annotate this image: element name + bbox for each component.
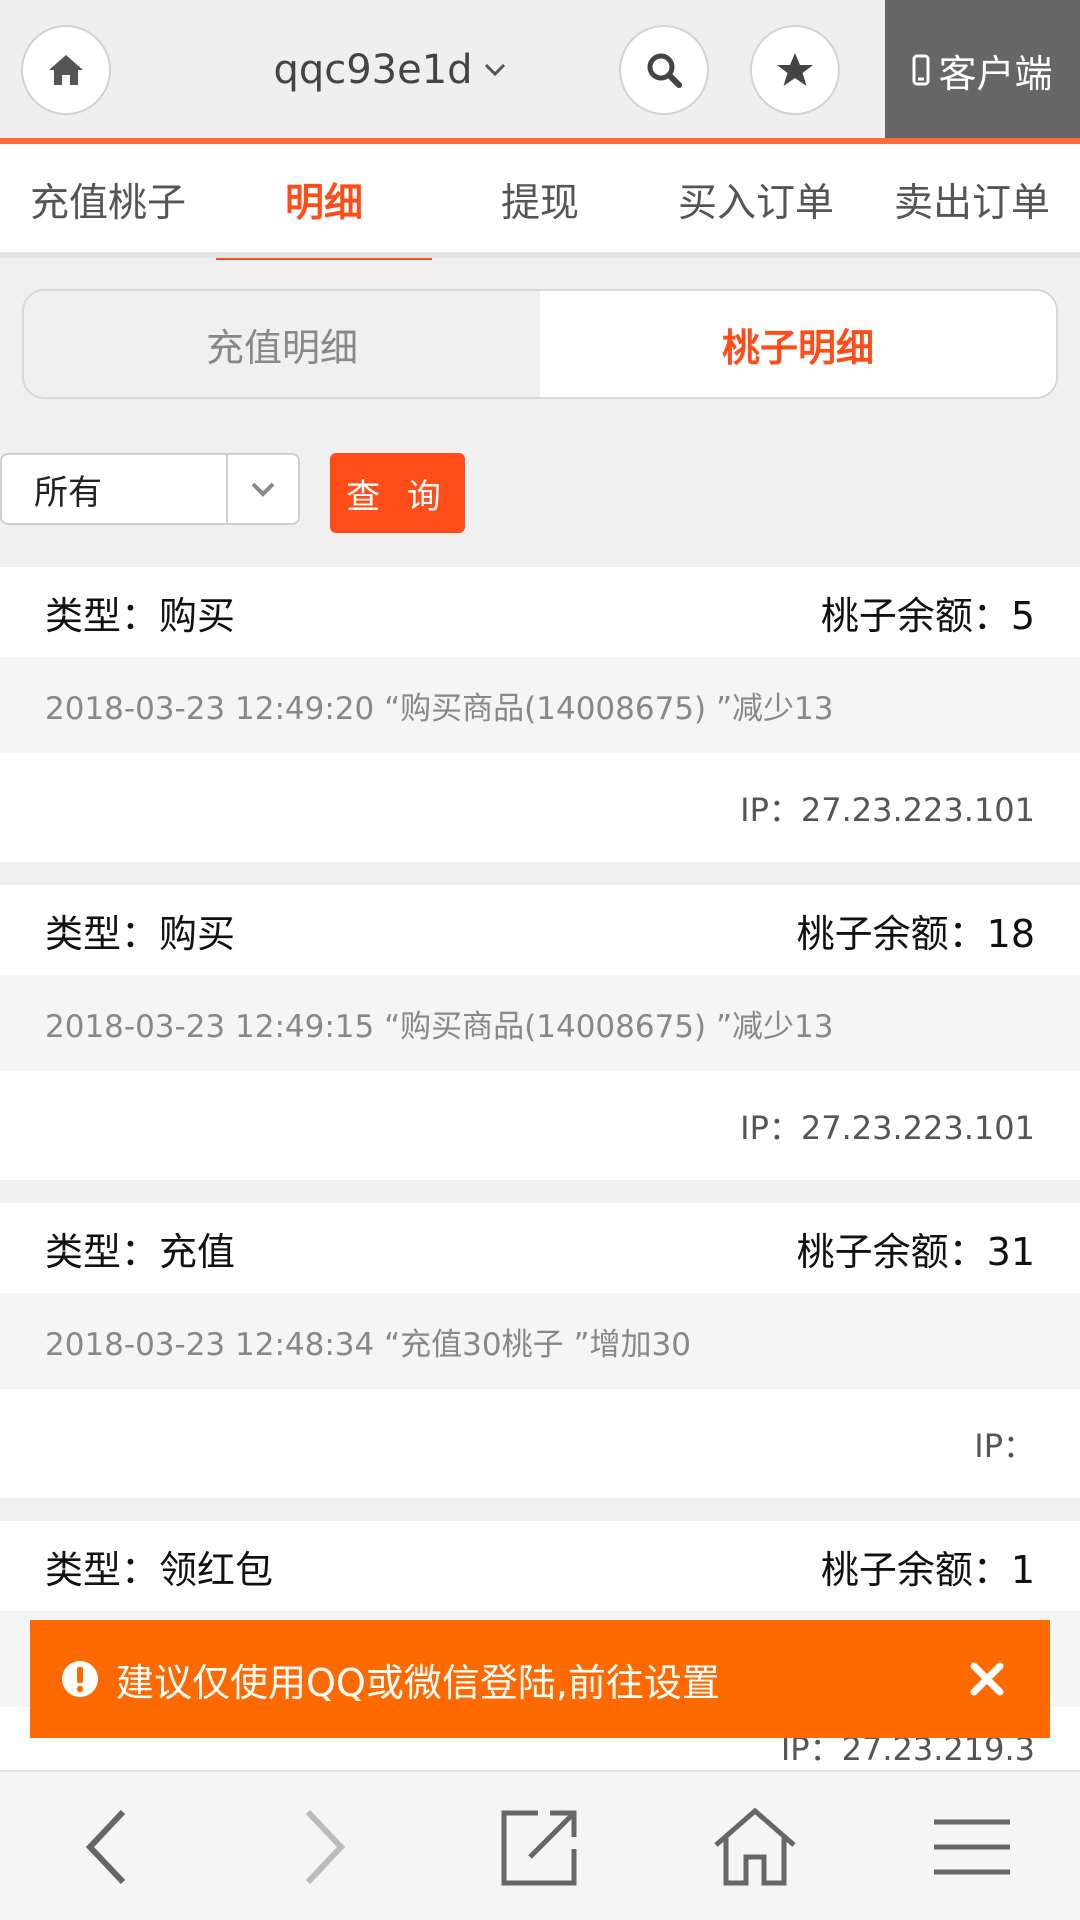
record-ip: IP：27.23.223.101 bbox=[740, 790, 1035, 829]
record-balance: 桃子余额：31 bbox=[796, 1229, 1035, 1274]
tab-withdraw[interactable]: 提现 bbox=[432, 144, 648, 256]
forward-button[interactable] bbox=[273, 1797, 373, 1897]
menu-button[interactable] bbox=[922, 1797, 1022, 1897]
chevron-down-icon bbox=[483, 62, 507, 78]
record-type: 类型：购买 bbox=[45, 593, 236, 638]
star-icon bbox=[777, 53, 813, 86]
record-item: 类型：购买 桃子余额：5 2018-03-23 12:49:20 “购买商品(1… bbox=[0, 567, 1080, 862]
tab-recharge[interactable]: 充值桃子 bbox=[0, 144, 216, 256]
record-type: 类型：领红包 bbox=[45, 1547, 274, 1592]
segment-recharge-details[interactable]: 充值明细 bbox=[24, 291, 540, 397]
account-switcher[interactable]: qqc93e1d bbox=[240, 40, 540, 100]
tab-sell-orders[interactable]: 卖出订单 bbox=[864, 144, 1080, 256]
record-description: 2018-03-23 12:48:34 “充值30桃子 ”增加30 bbox=[0, 1293, 1080, 1389]
close-icon[interactable] bbox=[966, 1658, 1008, 1700]
record-item: 类型：购买 桃子余额：18 2018-03-23 12:49:15 “购买商品(… bbox=[0, 885, 1080, 1180]
tab-buy-orders[interactable]: 买入订单 bbox=[648, 144, 864, 256]
search-button[interactable] bbox=[619, 25, 709, 115]
query-button[interactable]: 查 询 bbox=[330, 453, 465, 533]
record-type: 类型：购买 bbox=[45, 911, 236, 956]
home-icon bbox=[49, 55, 83, 85]
detail-type-switch: 充值明细 桃子明细 bbox=[22, 289, 1058, 399]
share-icon bbox=[501, 1810, 577, 1886]
login-suggestion-toast[interactable]: 建议仅使用QQ或微信登陆,前往设置 bbox=[30, 1620, 1050, 1738]
record-balance: 桃子余额：5 bbox=[820, 593, 1035, 638]
record-item: 类型：充值 桃子余额：31 2018-03-23 12:48:34 “充值30桃… bbox=[0, 1203, 1080, 1498]
record-description: 2018-03-23 12:49:20 “购买商品(14008675) ”减少1… bbox=[0, 657, 1080, 753]
type-filter-select[interactable]: 所有 bbox=[0, 453, 300, 525]
warning-icon bbox=[60, 1659, 100, 1699]
share-button[interactable] bbox=[490, 1797, 590, 1897]
browser-bottom-bar bbox=[0, 1770, 1080, 1920]
home-outline-icon bbox=[714, 1807, 796, 1886]
record-balance: 桃子余额：18 bbox=[796, 911, 1035, 956]
client-app-button[interactable]: 客户端 bbox=[885, 0, 1080, 140]
username: qqc93e1d bbox=[273, 47, 473, 93]
home-button[interactable] bbox=[21, 25, 111, 115]
search-icon bbox=[647, 53, 682, 88]
type-filter-value: 所有 bbox=[34, 472, 102, 513]
back-button[interactable] bbox=[58, 1797, 158, 1897]
tabs-divider bbox=[0, 252, 1080, 258]
segment-peach-details[interactable]: 桃子明细 bbox=[540, 291, 1056, 397]
top-header: qqc93e1d 客户端 bbox=[0, 0, 1080, 140]
toast-message: 建议仅使用QQ或微信登陆,前往设置 bbox=[116, 1660, 720, 1705]
favorite-button[interactable] bbox=[750, 25, 840, 115]
tab-details[interactable]: 明细 bbox=[216, 144, 432, 260]
menu-icon bbox=[934, 1819, 1010, 1875]
phone-icon bbox=[912, 54, 930, 86]
client-label: 客户端 bbox=[938, 51, 1053, 96]
record-balance: 桃子余额：1 bbox=[820, 1547, 1035, 1592]
browser-home-button[interactable] bbox=[705, 1797, 805, 1897]
main-tabs: 充值桃子 明细 提现 买入订单 卖出订单 bbox=[0, 144, 1080, 260]
record-ip: IP：27.23.223.101 bbox=[740, 1108, 1035, 1147]
record-type: 类型：充值 bbox=[45, 1229, 236, 1274]
record-ip: IP： bbox=[974, 1426, 1035, 1465]
chevron-left-icon bbox=[85, 1809, 126, 1885]
record-description: 2018-03-23 12:49:15 “购买商品(14008675) ”减少1… bbox=[0, 975, 1080, 1071]
chevron-right-icon bbox=[305, 1809, 346, 1885]
chevron-down-icon bbox=[226, 454, 298, 524]
